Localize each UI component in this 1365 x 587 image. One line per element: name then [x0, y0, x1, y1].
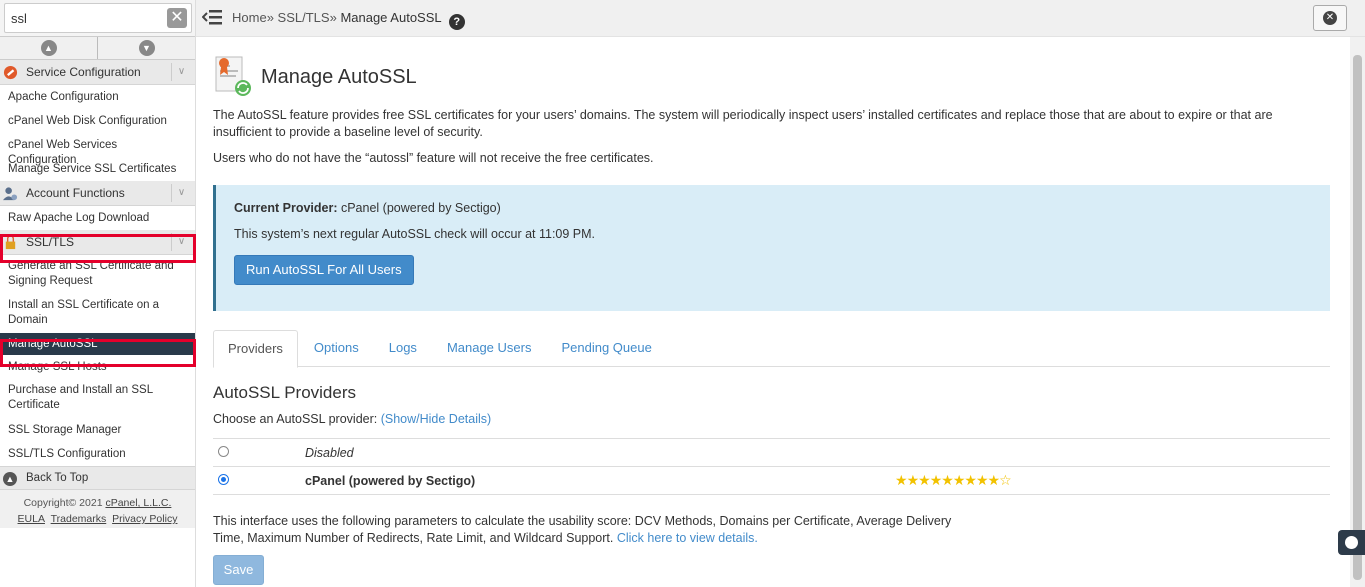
star-filled-icon: ★: [975, 472, 989, 488]
usability-score-text: This interface uses the following parame…: [213, 513, 973, 547]
sidebar-item-manage-ssl-hosts[interactable]: Manage SSL Hosts: [0, 355, 195, 379]
scrollbar-thumb[interactable]: [1353, 55, 1362, 580]
chevron-down-icon: ∨: [171, 184, 191, 202]
choose-provider-text: Choose an AutoSSL provider: (Show/Hide D…: [213, 412, 491, 426]
sidebar-item-ssl-storage-manager[interactable]: SSL Storage Manager: [0, 418, 195, 442]
provider-name: cPanel (powered by Sectigo): [305, 466, 895, 495]
chevron-down-icon: ∨: [171, 63, 191, 81]
breadcrumb-separator: »: [266, 10, 274, 25]
sidebar-item-web-services-configuration[interactable]: cPanel Web Services Configuration: [0, 133, 195, 166]
menu-icon[interactable]: [202, 8, 222, 26]
search-clear-icon[interactable]: ✕: [167, 8, 187, 28]
rating-stars: ★★★★★★★★★☆: [895, 472, 1012, 488]
sidebar-item-manage-autossl[interactable]: Manage AutoSSL: [0, 333, 195, 355]
star-filled-icon: ★: [952, 472, 966, 488]
sidebar-item-apache-configuration[interactable]: Apache Configuration: [0, 85, 195, 109]
star-filled-icon: ★: [987, 472, 1001, 488]
copyright-text: Copyright© 2021: [23, 497, 106, 509]
expand-all-button[interactable]: ▲: [0, 37, 98, 59]
chat-widget[interactable]: [1338, 530, 1365, 555]
sidebar: ✕ ▲ ▼ Service Configuration ∨ Apache Con…: [0, 0, 196, 587]
category-account-functions[interactable]: Account Functions ∨: [0, 181, 195, 206]
tab-logs[interactable]: Logs: [375, 330, 431, 367]
intro-text: The AutoSSL feature provides free SSL ce…: [213, 108, 1273, 139]
wrench-icon: [3, 65, 18, 80]
breadcrumb-current: Manage AutoSSL: [340, 10, 442, 25]
star-filled-icon: ★: [918, 472, 931, 488]
show-hide-details-link[interactable]: (Show/Hide Details): [381, 412, 491, 426]
feature-note: Users who do not have the “autossl” feat…: [213, 151, 654, 165]
providers-heading: AutoSSL Providers: [213, 383, 356, 402]
sidebar-item-generate-ssl[interactable]: Generate an SSL Certificate and Signing …: [0, 255, 195, 294]
close-button[interactable]: ✕: [1313, 5, 1347, 31]
sidebar-item-purchase-ssl[interactable]: Purchase and Install an SSL Certificate: [0, 379, 195, 418]
current-provider-label: Current Provider:: [234, 201, 338, 215]
breadcrumb: Home» SSL/TLS» Manage AutoSSL ?: [232, 10, 465, 30]
provider-info-box: Current Provider: cPanel (powered by Sec…: [213, 185, 1330, 311]
providers-table: Disabled cPanel (powered by Sectigo) ★★★…: [213, 438, 1330, 495]
tab-manage-users[interactable]: Manage Users: [433, 330, 546, 367]
provider-name: Disabled: [305, 438, 895, 467]
chevron-down-icon: ▼: [138, 40, 155, 56]
category-label: SSL/TLS: [26, 235, 75, 249]
run-autossl-button[interactable]: Run AutoSSL For All Users: [234, 255, 414, 285]
category-ssl-tls[interactable]: SSL/TLS ∨: [0, 230, 195, 255]
table-row[interactable]: cPanel (powered by Sectigo) ★★★★★★★★★☆: [213, 466, 1330, 495]
user-icon: [3, 187, 18, 201]
star-empty-icon: ☆: [999, 472, 1012, 488]
provider-radio-disabled[interactable]: [218, 445, 229, 457]
search-input[interactable]: [4, 3, 192, 33]
breadcrumb-ssl[interactable]: SSL/TLS: [278, 10, 330, 25]
page-title: Manage AutoSSL: [261, 65, 417, 88]
tab-pending-queue[interactable]: Pending Queue: [547, 330, 665, 367]
arrow-up-icon: ▲: [3, 472, 17, 486]
close-icon: ✕: [1323, 11, 1337, 25]
current-provider-value: cPanel (powered by Sectigo): [337, 201, 501, 215]
lock-icon: [5, 235, 16, 250]
chevron-up-icon: ▲: [40, 40, 57, 56]
tab-providers[interactable]: Providers: [213, 330, 298, 368]
table-row[interactable]: Disabled: [213, 438, 1330, 467]
score-description: This interface uses the following parame…: [213, 514, 952, 545]
provider-radio-cpanel[interactable]: [218, 473, 229, 485]
star-filled-icon: ★: [929, 472, 943, 488]
help-icon[interactable]: ?: [448, 14, 465, 30]
page-header: Manage AutoSSL: [213, 55, 417, 99]
star-filled-icon: ★: [895, 472, 908, 488]
top-bar: Home» SSL/TLS» Manage AutoSSL ? ✕: [196, 0, 1365, 37]
breadcrumb-separator: »: [329, 10, 337, 25]
category-label: Service Configuration: [26, 65, 141, 79]
chevron-down-icon: ∨: [171, 233, 191, 251]
collapse-all-button[interactable]: ▼: [98, 37, 195, 59]
sidebar-item-raw-apache-log[interactable]: Raw Apache Log Download: [0, 206, 195, 230]
sidebar-item-install-ssl[interactable]: Install an SSL Certificate on a Domain: [0, 294, 195, 333]
sidebar-item-web-disk-configuration[interactable]: cPanel Web Disk Configuration: [0, 109, 195, 133]
star-filled-icon: ★: [941, 472, 954, 488]
collapse-row: ▲ ▼: [0, 36, 195, 60]
sidebar-footer: Copyright© 2021 cPanel, L.L.C. EULA Trad…: [0, 490, 195, 528]
choose-provider-label: Choose an AutoSSL provider:: [213, 412, 381, 426]
company-link[interactable]: cPanel, L.L.C.: [105, 497, 171, 509]
back-to-top-button[interactable]: ▲ Back To Top: [0, 466, 195, 490]
eula-link[interactable]: EULA: [18, 513, 45, 525]
tab-options[interactable]: Options: [300, 330, 373, 367]
search-bar: [0, 0, 195, 36]
main-content: Manage AutoSSL The AutoSSL feature provi…: [213, 37, 1333, 587]
certificate-icon: [215, 56, 251, 96]
star-filled-icon: ★: [964, 472, 977, 488]
tab-bar: Providers Options Logs Manage Users Pend…: [213, 330, 1330, 368]
star-filled-icon: ★: [906, 472, 920, 488]
breadcrumb-home[interactable]: Home: [232, 10, 267, 25]
trademarks-link[interactable]: Trademarks: [51, 513, 107, 525]
privacy-link[interactable]: Privacy Policy: [112, 513, 177, 525]
scrollbar[interactable]: [1350, 37, 1365, 587]
back-to-top-label: Back To Top: [26, 472, 89, 484]
sidebar-item-ssl-tls-configuration[interactable]: SSL/TLS Configuration: [0, 442, 195, 466]
view-details-link[interactable]: Click here to view details.: [617, 531, 758, 545]
category-service-configuration[interactable]: Service Configuration ∨: [0, 60, 195, 85]
category-label: Account Functions: [26, 186, 125, 200]
save-button[interactable]: Save: [213, 555, 264, 585]
next-check-text: This system’s next regular AutoSSL check…: [234, 227, 596, 241]
chat-icon: [1345, 536, 1358, 549]
